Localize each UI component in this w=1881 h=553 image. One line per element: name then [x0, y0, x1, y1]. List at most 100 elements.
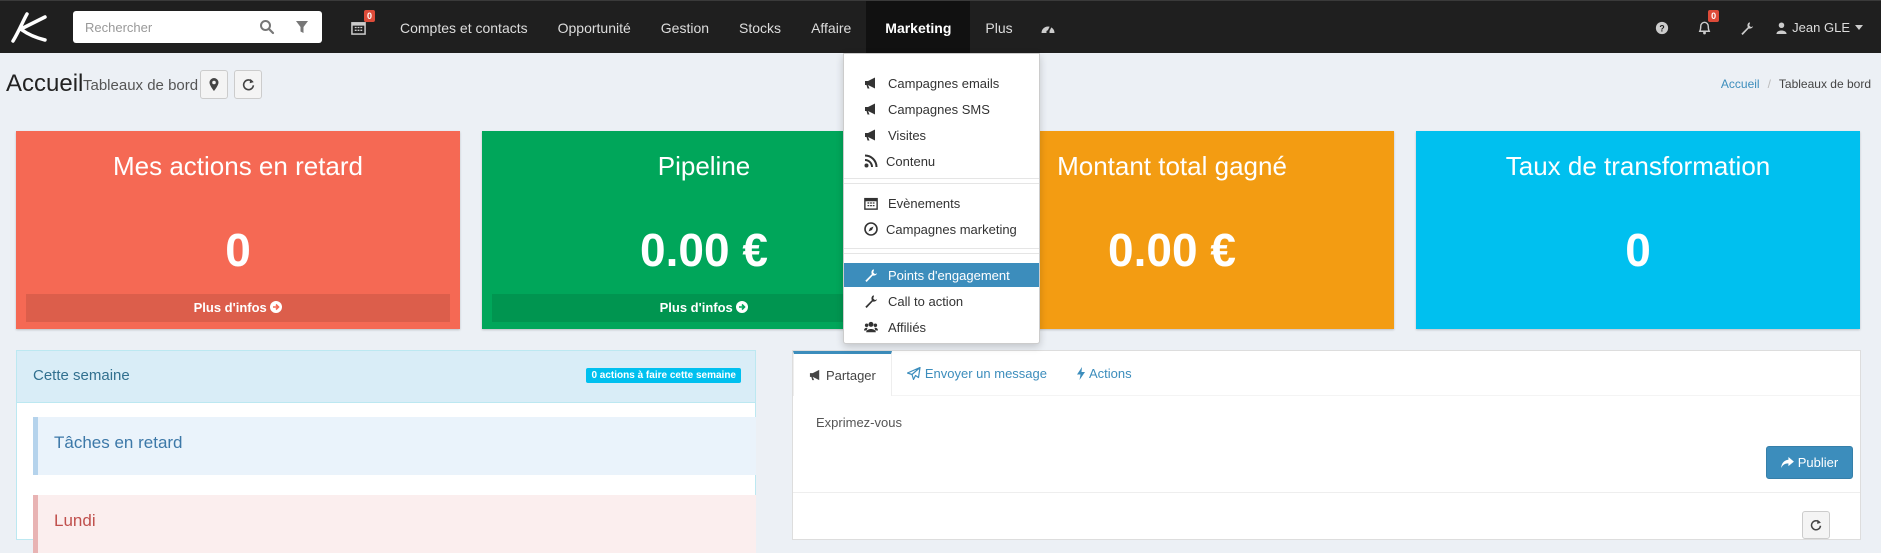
tile-more-info-label: Plus d'infos — [659, 300, 733, 315]
tab-actions[interactable]: Actions — [1062, 351, 1147, 396]
tab-envoyer-message[interactable]: Envoyer un message — [892, 351, 1062, 396]
menu-item-evenements[interactable]: Evènements — [844, 191, 1039, 215]
pin-dashboard-button[interactable] — [200, 70, 228, 99]
tile-more-info-link[interactable]: Plus d'infos — [26, 294, 450, 322]
nav-notifications[interactable]: 0 — [1683, 1, 1726, 54]
nav-label: Gestion — [660, 19, 710, 36]
menu-item-call-to-action[interactable]: Call to action — [844, 289, 1039, 313]
nav-help[interactable]: ? — [1641, 1, 1683, 54]
nav-label: Comptes et contacts — [400, 19, 528, 36]
nav-label: Plus — [985, 19, 1013, 36]
brand-logo[interactable] — [0, 1, 55, 54]
notifications-badge: 0 — [1708, 10, 1720, 22]
menu-item-label: Campagnes emails — [888, 75, 1000, 91]
bullhorn-icon — [865, 129, 875, 141]
menu-item-label: Visites — [888, 127, 927, 143]
divider — [793, 492, 1860, 493]
bullhorn-icon — [865, 103, 875, 115]
tile-title: Mes actions en retard — [112, 151, 363, 181]
main-menu: 0 Comptes et contacts Opportunité Gestio… — [346, 1, 1068, 54]
publish-button[interactable]: Publier — [1766, 446, 1853, 479]
bolt-icon — [1077, 367, 1085, 380]
search-icon[interactable] — [259, 19, 275, 35]
compass-icon — [864, 222, 878, 236]
menu-item-campagnes-marketing[interactable]: Campagnes marketing — [844, 217, 1039, 241]
menu-divider — [844, 248, 1039, 249]
arrow-circle-right-icon — [736, 301, 749, 313]
wrench-icon — [1741, 21, 1754, 35]
post-input[interactable]: Exprimez-vous — [816, 415, 902, 430]
menu-divider — [844, 183, 1039, 184]
menu-item-label: Evènements — [888, 195, 961, 211]
menu-item-campagnes-sms[interactable]: Campagnes SMS — [844, 97, 1039, 121]
monday-label: Lundi — [54, 511, 96, 530]
menu-item-points-engagement[interactable]: Points d'engagement — [844, 263, 1039, 287]
breadcrumb: Accueil / Tableaux de bord — [1721, 77, 1871, 91]
search-input[interactable] — [73, 11, 253, 43]
menu-item-visites[interactable]: Visites — [844, 123, 1039, 147]
users-icon — [864, 321, 878, 333]
refresh-icon — [1810, 519, 1822, 531]
user-name: Jean GLE — [1792, 20, 1850, 35]
tile-more-info-label: Plus d'infos — [193, 300, 267, 315]
page-subtitle: Tableaux de bord — [83, 77, 199, 94]
this-week-title: Cette semaine — [33, 367, 130, 384]
question-circle-icon: ? — [1656, 21, 1669, 34]
nav-gestion[interactable]: Gestion — [646, 1, 724, 54]
nav-marketing[interactable]: Marketing — [866, 1, 971, 54]
this-week-header: Cette semaine 0 actions à faire cette se… — [17, 351, 755, 403]
tile-value: 0 — [225, 224, 251, 276]
svg-text:?: ? — [1659, 23, 1664, 33]
caret-down-icon — [1855, 25, 1863, 30]
menu-item-contenu[interactable]: Contenu — [844, 149, 1039, 173]
monday-callout[interactable]: Lundi — [33, 495, 756, 553]
calendar-badge: 0 — [363, 10, 375, 22]
arrow-circle-right-icon — [270, 301, 283, 313]
share-arrow-icon — [1780, 457, 1794, 468]
bullhorn-icon — [809, 369, 820, 381]
menu-divider — [844, 178, 1039, 179]
tab-partager[interactable]: Partager — [793, 351, 892, 396]
publish-label: Publier — [1797, 455, 1839, 470]
menu-item-label: Contenu — [886, 153, 936, 169]
breadcrumb-home-link[interactable]: Accueil — [1721, 77, 1760, 91]
nav-plus[interactable]: Plus — [970, 1, 1027, 54]
bullhorn-icon — [865, 77, 875, 89]
nav-label: Affaire — [811, 19, 852, 36]
menu-item-label: Affiliés — [888, 319, 927, 335]
menu-item-campagnes-emails[interactable]: Campagnes emails — [844, 71, 1039, 95]
nav-dashboard[interactable] — [1028, 1, 1068, 54]
nav-comptes-contacts[interactable]: Comptes et contacts — [385, 1, 543, 54]
nav-tools[interactable] — [1726, 1, 1768, 54]
calendar-icon — [864, 197, 878, 210]
share-panel: Partager Envoyer un message Actions Expr… — [792, 350, 1861, 540]
nav-user-menu[interactable]: Jean GLE — [1768, 1, 1881, 54]
nav-affaire[interactable]: Affaire — [796, 1, 866, 54]
menu-item-label: Call to action — [888, 293, 964, 309]
nav-label: Stocks — [739, 19, 782, 36]
this-week-panel: Cette semaine 0 actions à faire cette se… — [16, 350, 756, 553]
nav-right: ? 0 Jean GLE — [1641, 1, 1881, 54]
dashboard-icon — [1041, 25, 1055, 34]
nav-calendar[interactable]: 0 — [346, 1, 385, 54]
tab-label: Actions — [1089, 366, 1132, 381]
nav-stocks[interactable]: Stocks — [724, 1, 796, 54]
rss-icon — [864, 154, 878, 168]
menu-item-affilies[interactable]: Affiliés — [844, 315, 1039, 339]
search-box — [73, 11, 322, 43]
map-marker-icon — [209, 78, 219, 91]
tile-conversion-rate: Taux de transformation 0 — [1416, 131, 1860, 329]
breadcrumb-separator: / — [1767, 77, 1771, 91]
menu-item-label: Campagnes marketing — [886, 221, 1017, 237]
bell-icon — [1698, 21, 1711, 35]
menu-item-label: Points d'engagement — [888, 267, 1010, 283]
nav-opportunite[interactable]: Opportunité — [543, 1, 646, 54]
refresh-feed-button[interactable] — [1802, 511, 1830, 539]
calendar-icon — [351, 22, 366, 35]
late-tasks-callout[interactable]: Tâches en retard — [33, 417, 756, 475]
filter-icon[interactable] — [294, 19, 310, 35]
menu-divider — [844, 253, 1039, 254]
wrench-icon — [865, 295, 878, 308]
paper-plane-icon — [906, 367, 921, 380]
refresh-dashboard-button[interactable] — [234, 70, 262, 99]
